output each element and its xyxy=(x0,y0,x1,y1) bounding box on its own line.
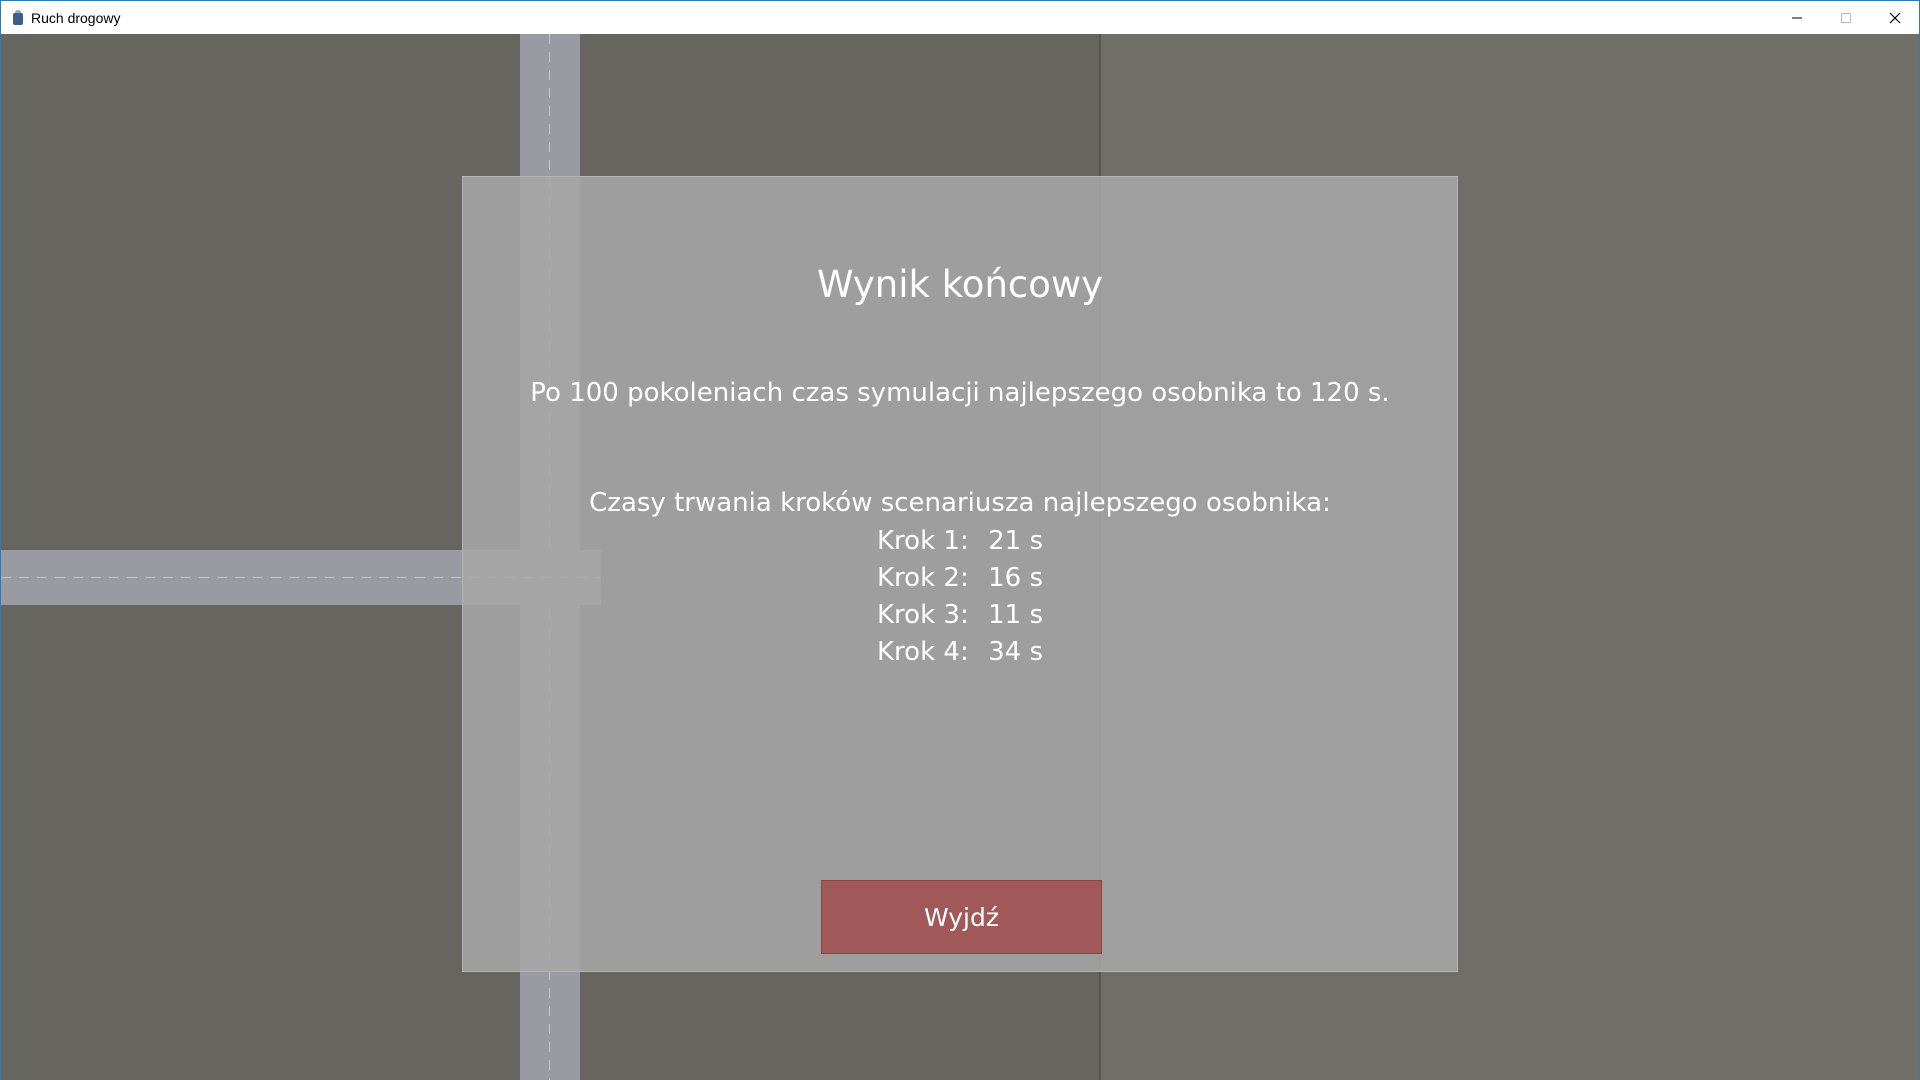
step-label: Krok 2: xyxy=(877,563,969,593)
simulation-summary: Po 100 pokoleniach czas symulacji najlep… xyxy=(530,378,1390,408)
close-icon xyxy=(1889,12,1900,23)
steps-heading: Czasy trwania kroków scenariusza najleps… xyxy=(589,488,1331,518)
step-row: Krok 1: 21 s xyxy=(463,523,1457,560)
title-bar[interactable]: Ruch drogowy xyxy=(1,1,1919,34)
step-duration: 16 s xyxy=(988,563,1043,593)
app-icon xyxy=(11,9,25,26)
app-window: Ruch drogowy Wynik końcowy Po 100 pokole… xyxy=(0,0,1920,1080)
step-row: Krok 4: 34 s xyxy=(463,634,1457,671)
steps-list: Krok 1: 21 s Krok 2: 16 s Krok 3: 11 s K… xyxy=(463,523,1457,671)
dialog-title: Wynik końcowy xyxy=(816,263,1104,306)
step-row: Krok 3: 11 s xyxy=(463,597,1457,634)
maximize-button[interactable] xyxy=(1821,1,1870,34)
exit-button[interactable]: Wyjdź xyxy=(821,880,1102,954)
step-duration: 21 s xyxy=(988,526,1043,556)
window-controls xyxy=(1772,1,1919,34)
step-label: Krok 3: xyxy=(877,600,969,630)
step-label: Krok 4: xyxy=(877,637,969,667)
window-title: Ruch drogowy xyxy=(31,9,121,26)
step-row: Krok 2: 16 s xyxy=(463,560,1457,597)
step-duration: 11 s xyxy=(988,600,1043,630)
minimize-icon xyxy=(1791,17,1802,18)
minimize-button[interactable] xyxy=(1772,1,1821,34)
simulation-canvas: Wynik końcowy Po 100 pokoleniach czas sy… xyxy=(1,34,1919,1080)
close-button[interactable] xyxy=(1870,1,1919,34)
step-duration: 34 s xyxy=(988,637,1043,667)
step-label: Krok 1: xyxy=(877,526,969,556)
maximize-icon xyxy=(1840,12,1851,23)
final-result-dialog: Wynik końcowy Po 100 pokoleniach czas sy… xyxy=(462,176,1458,972)
